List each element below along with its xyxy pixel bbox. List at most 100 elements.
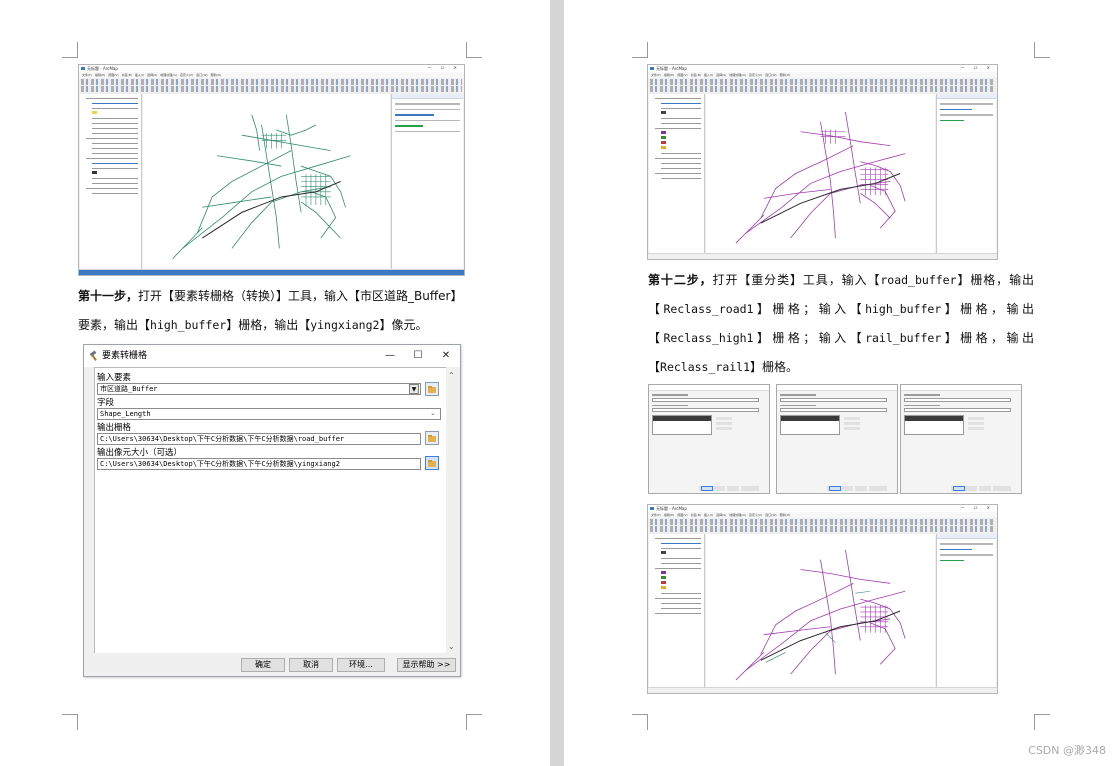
- minimize-button[interactable]: —: [376, 345, 404, 367]
- table-of-contents-2: [649, 94, 705, 253]
- close-button[interactable]: ✕: [432, 345, 460, 367]
- search-panel: [391, 94, 463, 269]
- arcmap-toolbar: [81, 79, 462, 85]
- output-raster-label: 输出栅格: [97, 423, 132, 433]
- step12-text-3a: 【: [648, 331, 664, 345]
- map-view-3[interactable]: [706, 534, 935, 687]
- step12-line-1: 第十二步，打开【重分类】工具，输入【road_buffer】栅格，输出: [648, 266, 1034, 295]
- environments-button[interactable]: 环境...: [337, 658, 385, 672]
- scroll-up-icon[interactable]: ⌃: [448, 371, 455, 380]
- step11-text-3: 】栅格，输出【: [226, 318, 311, 332]
- right-page: 无标题 - ArcMap — ☐ ✕ 文件(F) 编辑(E) 视图(V) 书签(…: [564, 0, 1120, 766]
- road-network-purple: [735, 111, 906, 244]
- output-cell-size-label: 输出像元大小（可选）: [97, 448, 183, 458]
- step11-paragraph: 第十一步，打开【要素转栅格（转换）】工具，输入【市区道路_Buffer】 要素，…: [78, 282, 470, 340]
- field-select[interactable]: Shape_Length: [97, 408, 441, 420]
- arcmap-menubar-2: 文件(F) 编辑(E) 视图(V) 书签(B) 插入(I) 选择(S) 地理处理…: [648, 72, 997, 78]
- reclassify-dialog-thumb-2: [776, 384, 898, 494]
- feature-to-raster-dialog: 要素转栅格 — ☐ ✕ 输入要素 市区道路_Buffer ▼ 字段 Shape_…: [83, 344, 461, 677]
- step12-reclass-road1: Reclass_road1: [663, 302, 754, 316]
- step12-text-1c: 】栅格，输出: [956, 273, 1034, 287]
- dialog-titlebar: 要素转栅格 — ☐ ✕: [84, 345, 460, 367]
- step11-yingxiang2: yingxiang2: [310, 318, 380, 332]
- step12-text-3c: 】栅格；输入【: [753, 331, 866, 345]
- cancel-button[interactable]: 取消: [289, 658, 333, 672]
- output-cell-size-input[interactable]: C:\Users\30634\Desktop\下午C分析数据\下午C分析数据\y…: [97, 458, 421, 470]
- ok-button[interactable]: 确定: [241, 658, 285, 672]
- crop-mark-bottom-left: [62, 714, 78, 730]
- step12-text-4a: 【: [648, 360, 661, 374]
- show-help-button[interactable]: 显示帮助 >>: [397, 658, 456, 672]
- hammer-icon: [89, 351, 99, 361]
- road-network-green: [172, 114, 351, 259]
- step12-text-3e: 】栅格，输出: [941, 331, 1034, 345]
- browse-output-folder-icon[interactable]: [425, 431, 439, 445]
- crop-mark-top-left: [62, 42, 78, 58]
- output-raster-input[interactable]: C:\Users\30634\Desktop\下午C分析数据\下午C分析数据\r…: [97, 433, 421, 445]
- maximize-button[interactable]: ☐: [404, 345, 432, 367]
- crop-mark-top-right-r: [1034, 42, 1050, 58]
- scroll-down-icon[interactable]: ⌄: [448, 642, 455, 651]
- arcmap-titlebar-2: 无标题 - ArcMap: [648, 65, 997, 72]
- input-features-select[interactable]: 市区道路_Buffer: [97, 383, 421, 395]
- step12-road-buffer: road_buffer: [880, 273, 957, 287]
- step12-line-3: 【Reclass_high1】栅格；输入【rail_buffer】栅格，输出: [648, 324, 1034, 353]
- step12-line-2: 【Reclass_road1】栅格；输入【high_buffer】栅格，输出: [648, 295, 1034, 324]
- arcmap-window-buttons-3: — ☐ ✕: [960, 505, 994, 510]
- crop-mark-top-left-r: [632, 42, 648, 58]
- dialog-title: 要素转栅格: [102, 351, 148, 361]
- arcmap-screenshot-step11: 无标题 - ArcMap — ☐ ✕ 文件(F) 编辑(E) 视图(V) 书签(…: [78, 64, 465, 276]
- step12-reclass-high1: Reclass_high1: [663, 331, 754, 345]
- step12-label: 第十二步，: [648, 273, 713, 287]
- crop-mark-bottom-left-r: [632, 714, 648, 730]
- step12-high-buffer: high_buffer: [865, 302, 942, 316]
- arcmap-statusbar-3: [648, 687, 997, 693]
- field-chevron-down-icon[interactable]: ⌄: [430, 409, 436, 417]
- map-view-2[interactable]: [706, 94, 935, 253]
- dialog-scrollbar[interactable]: ⌃ ⌄: [446, 367, 458, 653]
- step12-line-4: 【Reclass_rail1】栅格。: [648, 353, 1034, 382]
- crop-mark-bottom-right-r: [1034, 714, 1050, 730]
- arcmap-menubar-3: 文件(F) 编辑(E) 视图(V) 书签(B) 插入(I) 选择(S) 地理处理…: [648, 512, 997, 518]
- step11-text-2: 要素，输出【: [78, 318, 151, 332]
- browse-cellsize-folder-icon[interactable]: [425, 456, 439, 470]
- arcmap-statusbar-2: [648, 253, 997, 259]
- arcmap-toolbar-2: [81, 86, 462, 92]
- map-view[interactable]: [143, 94, 390, 269]
- search-panel-3: [936, 534, 996, 687]
- arcmap-titlebar: 无标题 - ArcMap: [79, 65, 464, 72]
- arcmap-titlebar-3: 无标题 - ArcMap: [648, 505, 997, 512]
- browse-input-folder-icon[interactable]: [425, 382, 439, 396]
- step12-text-1a: 打开【重分类】工具，输入【: [712, 273, 881, 287]
- crop-mark-bottom-right: [466, 714, 482, 730]
- step12-text-4c: 】栅格。: [750, 360, 799, 374]
- arcmap-screenshot-step12-b: 无标题 - ArcMap — ☐ ✕ 文件(F) 编辑(E) 视图(V) 书签(…: [647, 504, 998, 694]
- step11-label: 第十一步，: [78, 289, 139, 303]
- crop-mark-top-right: [466, 42, 482, 58]
- step11-high-buffer: high_buffer: [150, 318, 227, 332]
- field-label: 字段: [97, 398, 115, 408]
- step12-text-2c: 】栅格；输入【: [753, 302, 866, 316]
- input-features-label: 输入要素: [97, 373, 132, 383]
- step12-text-2e: 】栅格，输出: [941, 302, 1034, 316]
- step11-text-1: 打开【要素转栅格（转换）】工具，输入【市区道路_Buffer】: [138, 289, 463, 303]
- step12-text-2a: 【: [648, 302, 664, 316]
- left-page: 无标题 - ArcMap — ☐ ✕ 文件(F) 编辑(E) 视图(V) 书签(…: [0, 0, 550, 766]
- table-of-contents: [80, 94, 142, 269]
- road-network-purple-2: [735, 549, 906, 681]
- reclassify-dialog-thumb-1: [648, 384, 770, 494]
- search-panel-2: [936, 94, 996, 253]
- table-of-contents-3: [649, 534, 705, 687]
- arcmap-window-buttons: — ☐ ✕: [427, 65, 461, 70]
- arcmap-statusbar: [79, 269, 464, 275]
- arcmap-window-buttons-2: — ☐ ✕: [960, 65, 994, 70]
- arcmap-screenshot-step12-a: 无标题 - ArcMap — ☐ ✕ 文件(F) 编辑(E) 视图(V) 书签(…: [647, 64, 998, 260]
- step12-reclass-rail1: Reclass_rail1: [660, 360, 751, 374]
- dialog-form: 输入要素 市区道路_Buffer ▼ 字段 Shape_Length ⌄ 输出栅…: [94, 367, 446, 653]
- step12-rail-buffer: rail_buffer: [865, 331, 942, 345]
- page-gutter: [550, 0, 564, 766]
- reclassify-dialog-thumb-3: [900, 384, 1022, 494]
- step11-text-4: 】像元。: [379, 318, 428, 332]
- arcmap-menubar: 文件(F) 编辑(E) 视图(V) 书签(B) 插入(I) 选择(S) 地理处理…: [79, 72, 464, 78]
- chevron-down-icon[interactable]: ▼: [409, 384, 419, 394]
